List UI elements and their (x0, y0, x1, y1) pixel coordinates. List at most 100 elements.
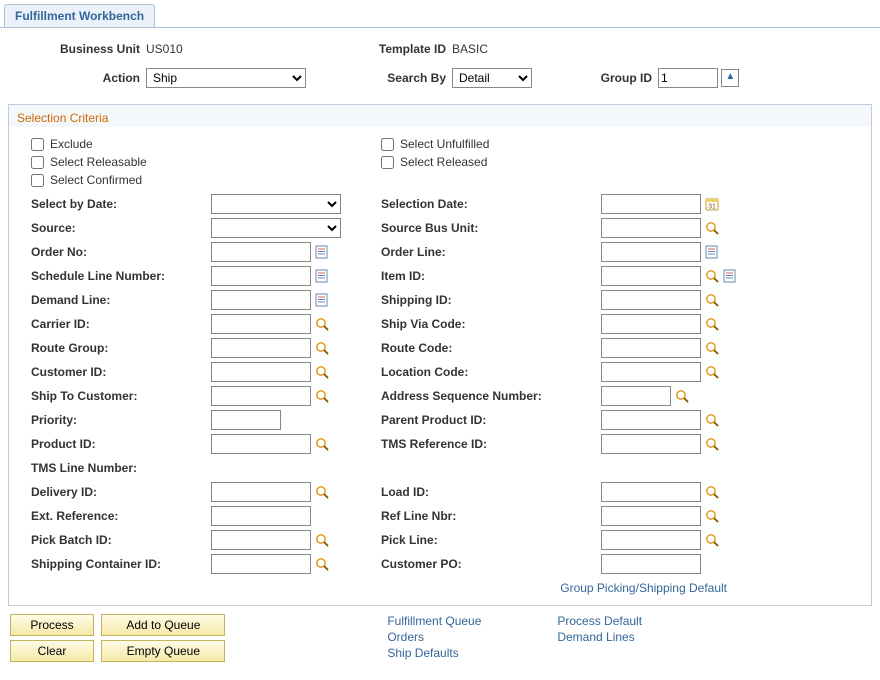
process-button[interactable]: Process (10, 614, 94, 636)
pick-line-input[interactable] (601, 530, 701, 550)
lookup-icon[interactable] (705, 317, 719, 331)
action-select[interactable]: Ship (146, 68, 306, 88)
selection-date-input[interactable] (601, 194, 701, 214)
load-id-input[interactable] (601, 482, 701, 502)
select-by-date-select[interactable] (211, 194, 341, 214)
address-sequence-number-input[interactable] (601, 386, 671, 406)
empty-queue-button[interactable]: Empty Queue (101, 640, 225, 662)
shipping-container-id-label: Shipping Container ID: (31, 557, 211, 571)
ship-to-customer-input[interactable] (211, 386, 311, 406)
order-no-input[interactable] (211, 242, 311, 262)
tab-fulfillment-workbench[interactable]: Fulfillment Workbench (4, 4, 155, 27)
template-id-value: BASIC (452, 42, 582, 56)
source-select[interactable] (211, 218, 341, 238)
calendar-icon[interactable] (705, 197, 719, 211)
lookup-icon[interactable] (705, 365, 719, 379)
ref-line-nbr-input[interactable] (601, 506, 701, 526)
demand-line-input[interactable] (211, 290, 311, 310)
ext-reference-input[interactable] (211, 506, 311, 526)
group-id-input[interactable] (658, 68, 718, 88)
lookup-icon[interactable] (705, 413, 719, 427)
exclude-checkbox[interactable] (31, 138, 44, 151)
related-actions-icon[interactable] (723, 269, 737, 283)
customer-id-input[interactable] (211, 362, 311, 382)
lookup-icon[interactable] (315, 485, 329, 499)
parent-product-id-input[interactable] (601, 410, 701, 430)
route-group-label: Route Group: (31, 341, 211, 355)
shipping-id-input[interactable] (601, 290, 701, 310)
selection-date-label: Selection Date: (381, 197, 601, 211)
customer-id-label: Customer ID: (31, 365, 211, 379)
delivery-id-label: Delivery ID: (31, 485, 211, 499)
tms-line-number-label: TMS Line Number: (31, 461, 211, 475)
lookup-icon[interactable] (315, 341, 329, 355)
lookup-icon[interactable] (315, 365, 329, 379)
group-picking-link[interactable]: Group Picking/Shipping Default (560, 581, 727, 595)
lookup-icon[interactable] (705, 269, 719, 283)
lookup-icon[interactable] (705, 221, 719, 235)
group-id-spinner-icon[interactable]: ▲ (721, 69, 739, 87)
location-code-label: Location Code: (381, 365, 601, 379)
select-confirmed-checkbox[interactable] (31, 174, 44, 187)
order-line-input[interactable] (601, 242, 701, 262)
related-actions-icon[interactable] (315, 269, 329, 283)
exclude-label: Exclude (50, 137, 93, 151)
lookup-icon[interactable] (705, 509, 719, 523)
lookup-icon[interactable] (315, 317, 329, 331)
lookup-icon[interactable] (705, 293, 719, 307)
search-by-select[interactable]: Detail (452, 68, 532, 88)
customer-po-label: Customer PO: (381, 557, 601, 571)
carrier-id-input[interactable] (211, 314, 311, 334)
location-code-input[interactable] (601, 362, 701, 382)
clear-button[interactable]: Clear (10, 640, 94, 662)
shipping-container-id-input[interactable] (211, 554, 311, 574)
tms-reference-id-input[interactable] (601, 434, 701, 454)
lookup-icon[interactable] (705, 533, 719, 547)
orders-link[interactable]: Orders (387, 630, 557, 644)
product-id-input[interactable] (211, 434, 311, 454)
lookup-icon[interactable] (675, 389, 689, 403)
parent-product-id-label: Parent Product ID: (381, 413, 601, 427)
customer-po-input[interactable] (601, 554, 701, 574)
process-default-link[interactable]: Process Default (557, 614, 642, 628)
add-to-queue-button[interactable]: Add to Queue (101, 614, 225, 636)
carrier-id-label: Carrier ID: (31, 317, 211, 331)
ext-reference-label: Ext. Reference: (31, 509, 211, 523)
select-unfulfilled-label: Select Unfulfilled (400, 137, 489, 151)
lookup-icon[interactable] (705, 437, 719, 451)
lookup-icon[interactable] (315, 533, 329, 547)
business-unit-label: Business Unit (0, 42, 146, 56)
related-actions-icon[interactable] (315, 293, 329, 307)
priority-input[interactable] (211, 410, 281, 430)
select-releasable-checkbox[interactable] (31, 156, 44, 169)
lookup-icon[interactable] (315, 389, 329, 403)
schedule-line-number-input[interactable] (211, 266, 311, 286)
route-code-input[interactable] (601, 338, 701, 358)
ship-defaults-link[interactable]: Ship Defaults (387, 646, 557, 660)
pick-batch-id-label: Pick Batch ID: (31, 533, 211, 547)
source-bus-unit-input[interactable] (601, 218, 701, 238)
source-label: Source: (31, 221, 211, 235)
item-id-label: Item ID: (381, 269, 601, 283)
select-released-checkbox[interactable] (381, 156, 394, 169)
select-unfulfilled-checkbox[interactable] (381, 138, 394, 151)
select-confirmed-label: Select Confirmed (50, 173, 142, 187)
ref-line-nbr-label: Ref Line Nbr: (381, 509, 601, 523)
lookup-icon[interactable] (705, 341, 719, 355)
related-actions-icon[interactable] (705, 245, 719, 259)
delivery-id-input[interactable] (211, 482, 311, 502)
pick-batch-id-input[interactable] (211, 530, 311, 550)
select-released-label: Select Released (400, 155, 487, 169)
order-no-label: Order No: (31, 245, 211, 259)
load-id-label: Load ID: (381, 485, 601, 499)
fulfillment-queue-link[interactable]: Fulfillment Queue (387, 614, 557, 628)
demand-lines-link[interactable]: Demand Lines (557, 630, 642, 644)
related-actions-icon[interactable] (315, 245, 329, 259)
lookup-icon[interactable] (315, 557, 329, 571)
lookup-icon[interactable] (705, 485, 719, 499)
ship-to-customer-label: Ship To Customer: (31, 389, 211, 403)
ship-via-code-input[interactable] (601, 314, 701, 334)
lookup-icon[interactable] (315, 437, 329, 451)
route-group-input[interactable] (211, 338, 311, 358)
item-id-input[interactable] (601, 266, 701, 286)
